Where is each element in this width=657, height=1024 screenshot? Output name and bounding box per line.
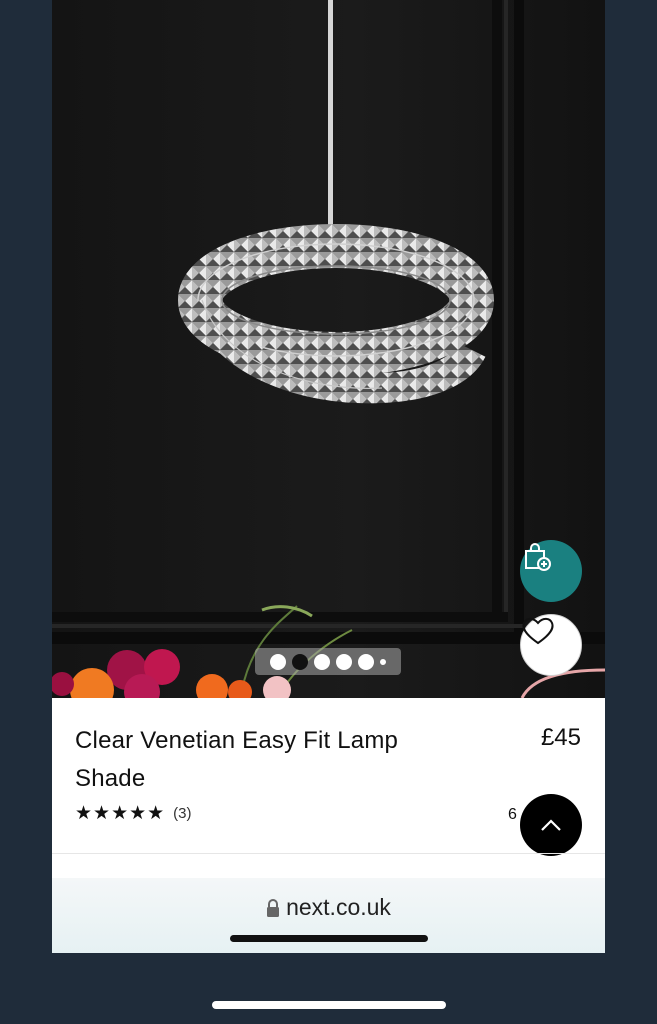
product-info: Clear Venetian Easy Fit Lamp Shade £45 ★… <box>52 698 605 856</box>
lock-icon <box>267 899 280 917</box>
home-indicator[interactable] <box>230 935 428 942</box>
carousel-dot[interactable] <box>358 653 374 670</box>
url-text: next.co.uk <box>286 894 391 920</box>
carousel-dot[interactable] <box>314 653 330 670</box>
product-title: Clear Venetian Easy Fit Lamp Shade <box>75 727 399 792</box>
divider <box>52 853 605 854</box>
product-image[interactable] <box>52 0 605 698</box>
carousel-dot-active[interactable] <box>292 653 308 670</box>
outer-home-indicator[interactable] <box>212 1001 446 1009</box>
url-display[interactable]: next.co.uk <box>52 894 605 921</box>
browser-address-bar[interactable]: next.co.uk <box>52 878 605 953</box>
shopping-bag-plus-icon <box>525 543 551 571</box>
app-screen: Clear Venetian Easy Fit Lamp Shade £45 ★… <box>52 0 605 953</box>
carousel-dot[interactable] <box>270 653 286 670</box>
image-carousel-indicator[interactable] <box>255 648 401 675</box>
back-to-top-button[interactable] <box>520 794 582 856</box>
review-count[interactable]: (3) <box>173 805 191 822</box>
carousel-dot[interactable] <box>336 653 352 670</box>
product-rating[interactable]: ★★★★★ (3) <box>75 802 192 825</box>
chevron-up-icon <box>541 819 561 831</box>
heart-icon <box>522 617 554 645</box>
carousel-dot[interactable] <box>380 658 386 665</box>
lamp-shade-photo <box>52 0 605 698</box>
product-price: £45 <box>540 724 581 751</box>
add-to-bag-button[interactable] <box>520 540 582 602</box>
star-rating-icon: ★★★★★ <box>75 803 166 824</box>
wishlist-button[interactable] <box>520 614 582 676</box>
partial-text: 6 <box>508 806 517 823</box>
